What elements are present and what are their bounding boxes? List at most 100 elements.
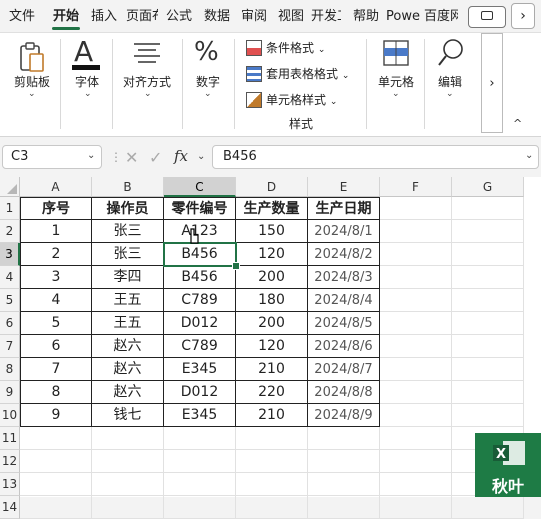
table-cell[interactable]: 2024/8/8 <box>308 381 380 404</box>
font-group[interactable]: A 字体 ⌄ <box>64 33 110 136</box>
empty-cell[interactable] <box>92 496 164 519</box>
table-cell[interactable]: 8 <box>20 381 92 404</box>
table-cell[interactable]: 200 <box>236 266 308 289</box>
table-cell[interactable]: 9 <box>20 404 92 427</box>
empty-cell[interactable] <box>452 358 524 381</box>
ribbon-more-button[interactable]: › <box>481 33 503 133</box>
cancel-icon[interactable]: ✕ <box>125 148 138 167</box>
table-cell[interactable]: B456 <box>164 266 236 289</box>
tab-data[interactable]: 数据 <box>200 0 234 32</box>
number-group[interactable]: % 数字 ⌄ <box>186 33 230 136</box>
table-cell[interactable]: B456 <box>164 243 236 266</box>
empty-cell[interactable] <box>308 450 380 473</box>
empty-cell[interactable] <box>92 473 164 496</box>
collapse-ribbon-button[interactable]: ^ <box>513 117 522 130</box>
column-header[interactable]: B <box>92 177 164 197</box>
tab-developer[interactable]: 开发工具 <box>311 0 341 32</box>
row-header[interactable]: 5 <box>0 289 20 312</box>
table-cell[interactable]: 2024/8/2 <box>308 243 380 266</box>
table-cell[interactable]: E345 <box>164 358 236 381</box>
table-cell[interactable]: 1 <box>20 220 92 243</box>
table-cell[interactable]: 220 <box>236 381 308 404</box>
empty-cell[interactable] <box>380 450 452 473</box>
empty-cell[interactable] <box>164 427 236 450</box>
table-cell[interactable]: D012 <box>164 381 236 404</box>
table-cell[interactable]: 2 <box>20 243 92 266</box>
empty-cell[interactable] <box>380 381 452 404</box>
empty-cell[interactable] <box>380 243 452 266</box>
column-header[interactable]: D <box>236 177 308 197</box>
empty-cell[interactable] <box>380 289 452 312</box>
empty-cell[interactable] <box>20 427 92 450</box>
cells-group[interactable]: 单元格 ⌄ <box>370 33 422 136</box>
tab-insert[interactable]: 插入 <box>86 0 122 32</box>
empty-cell[interactable] <box>380 404 452 427</box>
empty-cell[interactable] <box>308 427 380 450</box>
empty-cell[interactable] <box>380 335 452 358</box>
row-header[interactable]: 14 <box>0 496 20 519</box>
table-cell[interactable]: 4 <box>20 289 92 312</box>
tab-view[interactable]: 视图 <box>274 0 308 32</box>
row-header[interactable]: 2 <box>0 220 20 243</box>
empty-cell[interactable] <box>308 473 380 496</box>
tab-power-pivot[interactable]: Power Pivot <box>386 0 420 32</box>
table-cell[interactable]: 210 <box>236 358 308 381</box>
empty-cell[interactable] <box>452 220 524 243</box>
tab-page-layout[interactable]: 页面布局 <box>126 0 158 32</box>
tab-baidu-netdisk[interactable]: 百度网盘 <box>424 0 458 32</box>
empty-cell[interactable] <box>380 197 452 220</box>
table-cell[interactable]: 赵六 <box>92 381 164 404</box>
select-all-corner[interactable] <box>0 177 20 197</box>
table-cell[interactable]: D012 <box>164 312 236 335</box>
table-cell[interactable]: 钱七 <box>92 404 164 427</box>
column-header[interactable]: A <box>20 177 92 197</box>
table-cell[interactable]: 120 <box>236 335 308 358</box>
empty-cell[interactable] <box>236 427 308 450</box>
empty-cell[interactable] <box>380 266 452 289</box>
table-header-cell[interactable]: 序号 <box>20 197 92 220</box>
empty-cell[interactable] <box>92 427 164 450</box>
empty-cell[interactable] <box>92 450 164 473</box>
table-cell[interactable]: 180 <box>236 289 308 312</box>
tab-review[interactable]: 审阅 <box>237 0 271 32</box>
table-cell[interactable]: 2024/8/4 <box>308 289 380 312</box>
insert-function-button[interactable]: fx <box>174 147 188 165</box>
empty-cell[interactable] <box>164 473 236 496</box>
empty-cell[interactable] <box>380 427 452 450</box>
empty-cell[interactable] <box>452 404 524 427</box>
empty-cell[interactable] <box>20 496 92 519</box>
row-header[interactable]: 1 <box>0 197 20 220</box>
empty-cell[interactable] <box>452 381 524 404</box>
table-header-cell[interactable]: 生产数量 <box>236 197 308 220</box>
row-header[interactable]: 7 <box>0 335 20 358</box>
table-cell[interactable]: 2024/8/7 <box>308 358 380 381</box>
column-header[interactable]: G <box>452 177 524 197</box>
table-cell[interactable]: 6 <box>20 335 92 358</box>
empty-cell[interactable] <box>380 496 452 519</box>
row-header[interactable]: 13 <box>0 473 20 496</box>
empty-cell[interactable] <box>452 266 524 289</box>
empty-cell[interactable] <box>236 473 308 496</box>
table-cell[interactable]: 赵六 <box>92 358 164 381</box>
row-header[interactable]: 3 <box>0 243 20 266</box>
table-cell[interactable]: 150 <box>236 220 308 243</box>
empty-cell[interactable] <box>308 496 380 519</box>
table-cell[interactable]: C789 <box>164 289 236 312</box>
column-header[interactable]: E <box>308 177 380 197</box>
table-cell[interactable]: 200 <box>236 312 308 335</box>
clipboard-group[interactable]: 剪贴板 ⌄ <box>6 33 58 136</box>
empty-cell[interactable] <box>452 197 524 220</box>
row-header[interactable]: 12 <box>0 450 20 473</box>
table-header-cell[interactable]: 零件编号 <box>164 197 236 220</box>
table-cell[interactable]: C789 <box>164 335 236 358</box>
conditional-format-button[interactable]: 条件格式 ⌄ <box>246 39 325 59</box>
tabs-scroll-right-button[interactable]: › <box>511 3 535 29</box>
empty-cell[interactable] <box>20 473 92 496</box>
table-cell[interactable]: 张三 <box>92 220 164 243</box>
table-cell[interactable]: 7 <box>20 358 92 381</box>
table-cell[interactable]: 赵六 <box>92 335 164 358</box>
empty-cell[interactable] <box>452 243 524 266</box>
empty-cell[interactable] <box>380 473 452 496</box>
empty-cell[interactable] <box>452 496 524 519</box>
table-cell[interactable]: 张三 <box>92 243 164 266</box>
